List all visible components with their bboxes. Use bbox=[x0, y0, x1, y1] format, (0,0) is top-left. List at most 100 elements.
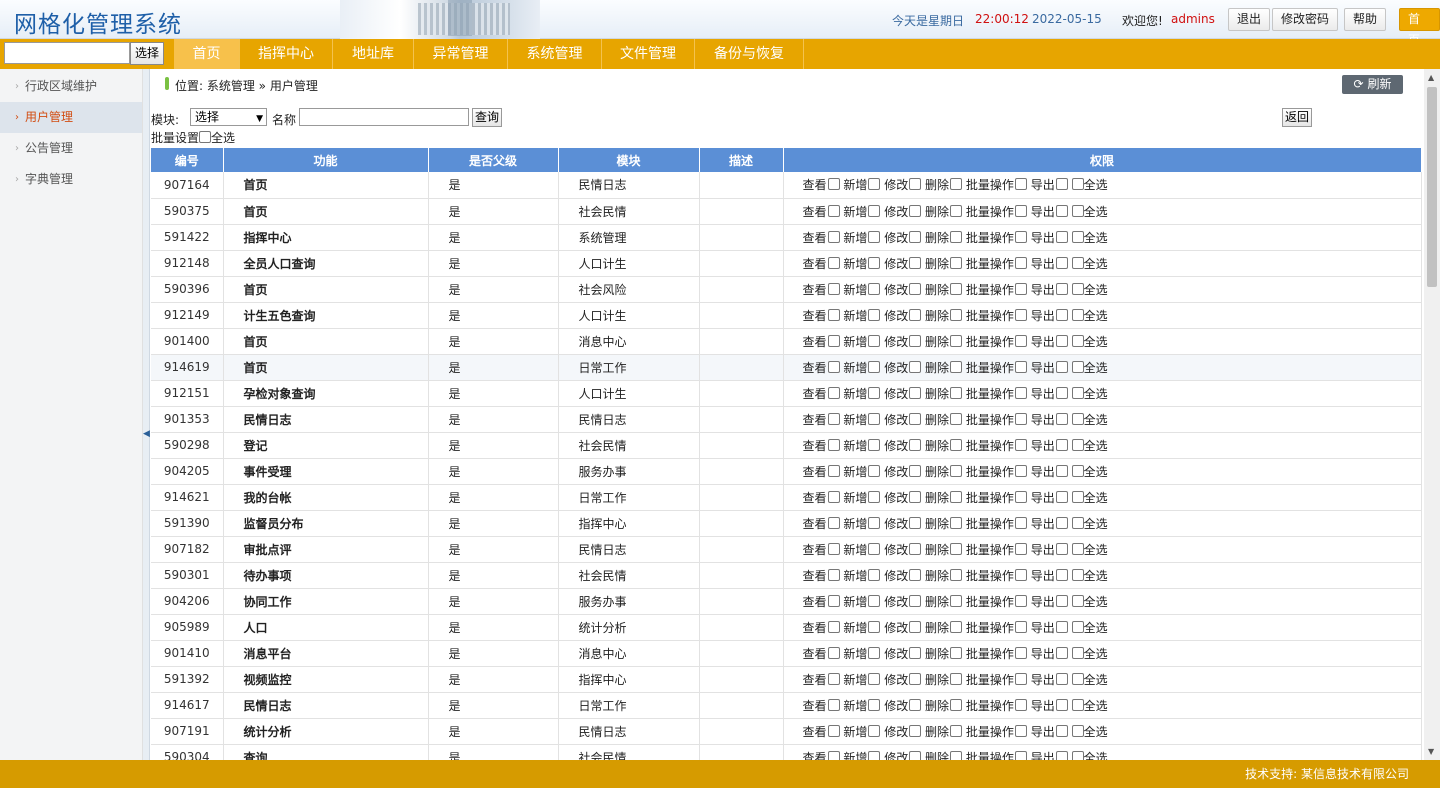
nav-item-file-management[interactable]: 文件管理 bbox=[602, 39, 695, 69]
select-all-row-checkbox[interactable] bbox=[1071, 464, 1084, 477]
permission-checkbox[interactable] bbox=[950, 542, 963, 555]
permission-checkbox[interactable] bbox=[1055, 646, 1068, 659]
permission-checkbox[interactable] bbox=[1014, 620, 1027, 633]
permission-checkbox[interactable] bbox=[827, 490, 840, 503]
sidebar-item-dictionary[interactable]: 字典管理 bbox=[0, 164, 142, 195]
permission-checkbox[interactable] bbox=[868, 412, 881, 425]
permission-checkbox[interactable] bbox=[1014, 568, 1027, 581]
permission-checkbox[interactable] bbox=[868, 464, 881, 477]
permission-checkbox[interactable] bbox=[1055, 256, 1068, 269]
query-button[interactable]: 查询 bbox=[472, 108, 502, 127]
permission-checkbox[interactable] bbox=[1055, 204, 1068, 217]
permission-checkbox[interactable] bbox=[909, 386, 922, 399]
permission-checkbox[interactable] bbox=[1014, 308, 1027, 321]
permission-checkbox[interactable] bbox=[1014, 698, 1027, 711]
permission-checkbox[interactable] bbox=[1014, 230, 1027, 243]
permission-checkbox[interactable] bbox=[950, 464, 963, 477]
permission-checkbox[interactable] bbox=[1055, 620, 1068, 633]
permission-checkbox[interactable] bbox=[1055, 412, 1068, 425]
permission-checkbox[interactable] bbox=[827, 178, 840, 191]
permission-checkbox[interactable] bbox=[909, 646, 922, 659]
select-all-row-checkbox[interactable] bbox=[1071, 412, 1084, 425]
permission-checkbox[interactable] bbox=[1014, 360, 1027, 373]
permission-checkbox[interactable] bbox=[1014, 204, 1027, 217]
select-all-row-checkbox[interactable] bbox=[1071, 698, 1084, 711]
permission-checkbox[interactable] bbox=[868, 594, 881, 607]
help-button[interactable]: 帮助 bbox=[1344, 8, 1387, 31]
home-button[interactable]: 首页 bbox=[1399, 8, 1440, 47]
permission-checkbox[interactable] bbox=[1055, 724, 1068, 737]
select-all-row-checkbox[interactable] bbox=[1071, 308, 1084, 321]
permission-checkbox[interactable] bbox=[1014, 490, 1027, 503]
permission-checkbox[interactable] bbox=[909, 620, 922, 633]
select-all-row-checkbox[interactable] bbox=[1071, 724, 1084, 737]
permission-checkbox[interactable] bbox=[1014, 516, 1027, 529]
permission-checkbox[interactable] bbox=[827, 308, 840, 321]
permission-checkbox[interactable] bbox=[950, 412, 963, 425]
permission-checkbox[interactable] bbox=[1055, 282, 1068, 295]
name-input[interactable] bbox=[299, 108, 469, 126]
permission-checkbox[interactable] bbox=[827, 256, 840, 269]
permission-checkbox[interactable] bbox=[1055, 672, 1068, 685]
permission-checkbox[interactable] bbox=[1055, 490, 1068, 503]
module-select[interactable]: 选择 ▼ bbox=[190, 108, 267, 126]
permission-checkbox[interactable] bbox=[950, 672, 963, 685]
select-all-row-checkbox[interactable] bbox=[1071, 620, 1084, 633]
select-all-row-checkbox[interactable] bbox=[1071, 568, 1084, 581]
permission-checkbox[interactable] bbox=[1055, 308, 1068, 321]
permission-checkbox[interactable] bbox=[868, 334, 881, 347]
permission-checkbox[interactable] bbox=[909, 282, 922, 295]
permission-checkbox[interactable] bbox=[909, 698, 922, 711]
permission-checkbox[interactable] bbox=[827, 646, 840, 659]
permission-checkbox[interactable] bbox=[950, 204, 963, 217]
nav-item-system-management[interactable]: 系统管理 bbox=[508, 39, 602, 69]
permission-checkbox[interactable] bbox=[909, 594, 922, 607]
permission-checkbox[interactable] bbox=[950, 516, 963, 529]
permission-checkbox[interactable] bbox=[950, 698, 963, 711]
permission-checkbox[interactable] bbox=[1055, 360, 1068, 373]
permission-checkbox[interactable] bbox=[868, 308, 881, 321]
permission-checkbox[interactable] bbox=[909, 256, 922, 269]
permission-checkbox[interactable] bbox=[827, 542, 840, 555]
nav-item-exception-management[interactable]: 异常管理 bbox=[414, 39, 508, 69]
permission-checkbox[interactable] bbox=[827, 438, 840, 451]
permission-checkbox[interactable] bbox=[827, 594, 840, 607]
scroll-up-icon[interactable]: ▲ bbox=[1428, 73, 1434, 82]
permission-checkbox[interactable] bbox=[950, 724, 963, 737]
permission-checkbox[interactable] bbox=[909, 516, 922, 529]
scroll-down-icon[interactable]: ▼ bbox=[1428, 747, 1434, 756]
permission-checkbox[interactable] bbox=[827, 282, 840, 295]
permission-checkbox[interactable] bbox=[827, 672, 840, 685]
nav-item-home[interactable]: 首页 bbox=[174, 39, 240, 69]
permission-checkbox[interactable] bbox=[827, 568, 840, 581]
permission-checkbox[interactable] bbox=[1055, 568, 1068, 581]
select-all-row-checkbox[interactable] bbox=[1071, 334, 1084, 347]
permission-checkbox[interactable] bbox=[868, 490, 881, 503]
select-all-row-checkbox[interactable] bbox=[1071, 594, 1084, 607]
select-all-row-checkbox[interactable] bbox=[1071, 256, 1084, 269]
refresh-button[interactable]: ⟳ 刷新 bbox=[1342, 75, 1403, 94]
permission-checkbox[interactable] bbox=[950, 646, 963, 659]
permission-checkbox[interactable] bbox=[1014, 464, 1027, 477]
permission-checkbox[interactable] bbox=[1014, 256, 1027, 269]
permission-checkbox[interactable] bbox=[1014, 386, 1027, 399]
permission-checkbox[interactable] bbox=[950, 282, 963, 295]
permission-checkbox[interactable] bbox=[909, 438, 922, 451]
permission-checkbox[interactable] bbox=[868, 516, 881, 529]
nav-select-button[interactable]: 选择 bbox=[130, 42, 164, 65]
logout-button[interactable]: 退出 bbox=[1228, 8, 1271, 31]
permission-checkbox[interactable] bbox=[868, 568, 881, 581]
select-all-row-checkbox[interactable] bbox=[1071, 672, 1084, 685]
permission-checkbox[interactable] bbox=[827, 230, 840, 243]
permission-checkbox[interactable] bbox=[950, 620, 963, 633]
permission-checkbox[interactable] bbox=[950, 256, 963, 269]
nav-search-input[interactable] bbox=[4, 42, 130, 64]
permission-checkbox[interactable] bbox=[950, 178, 963, 191]
permission-checkbox[interactable] bbox=[827, 464, 840, 477]
permission-checkbox[interactable] bbox=[827, 360, 840, 373]
permission-checkbox[interactable] bbox=[1014, 412, 1027, 425]
permission-checkbox[interactable] bbox=[909, 334, 922, 347]
permission-checkbox[interactable] bbox=[950, 360, 963, 373]
select-all-row-checkbox[interactable] bbox=[1071, 204, 1084, 217]
select-all-row-checkbox[interactable] bbox=[1071, 230, 1084, 243]
